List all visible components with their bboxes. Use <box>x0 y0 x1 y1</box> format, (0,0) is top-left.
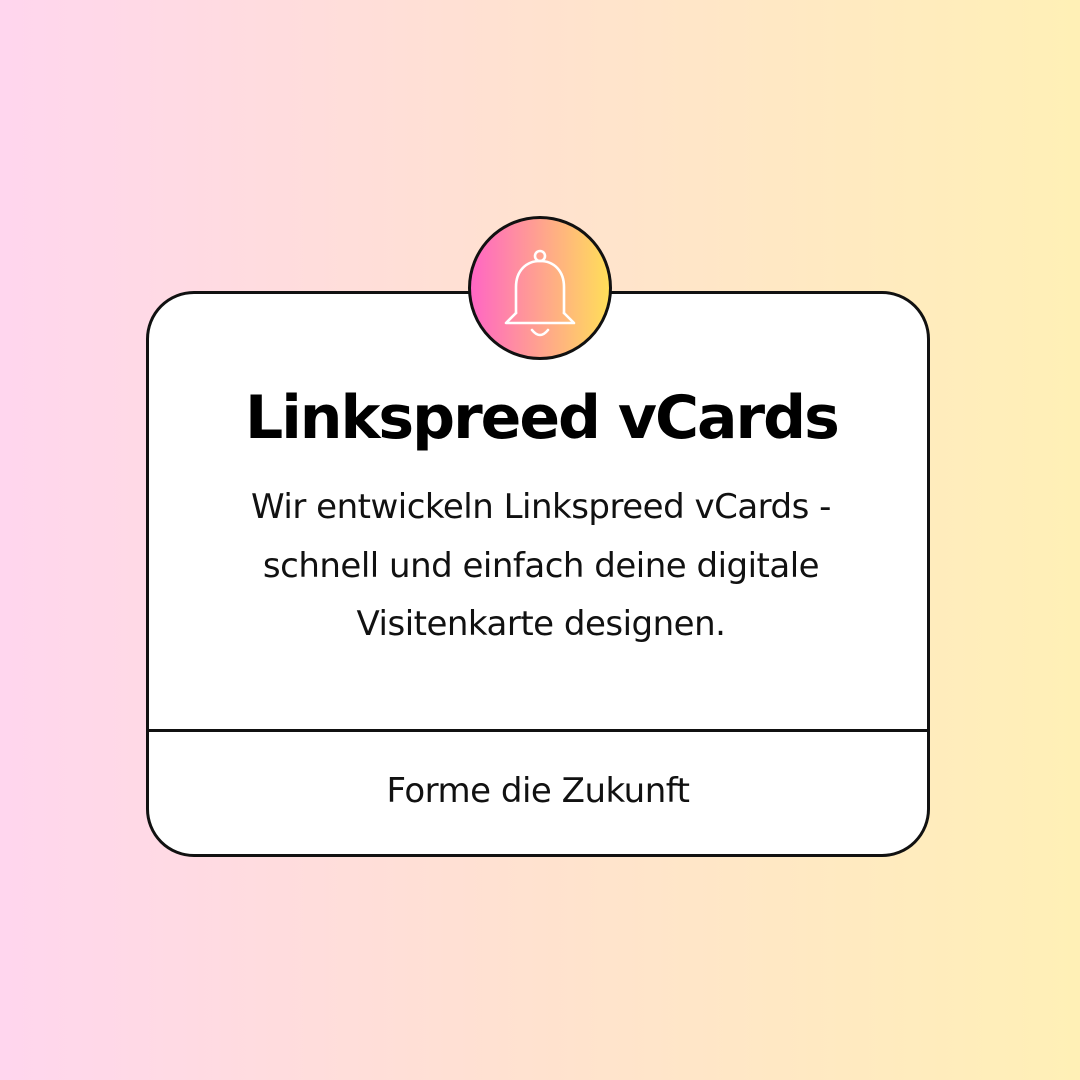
card-divider <box>149 729 927 732</box>
bell-badge <box>468 216 612 360</box>
card-title: Linkspreed vCards <box>245 383 840 453</box>
info-card: Linkspreed vCards Wir entwickeln Linkspr… <box>146 291 930 857</box>
card-description: Wir entwickeln Linkspreed vCards - schne… <box>251 487 831 644</box>
card-footer-text: Forme die Zukunft <box>386 771 690 811</box>
bell-icon <box>504 249 576 337</box>
